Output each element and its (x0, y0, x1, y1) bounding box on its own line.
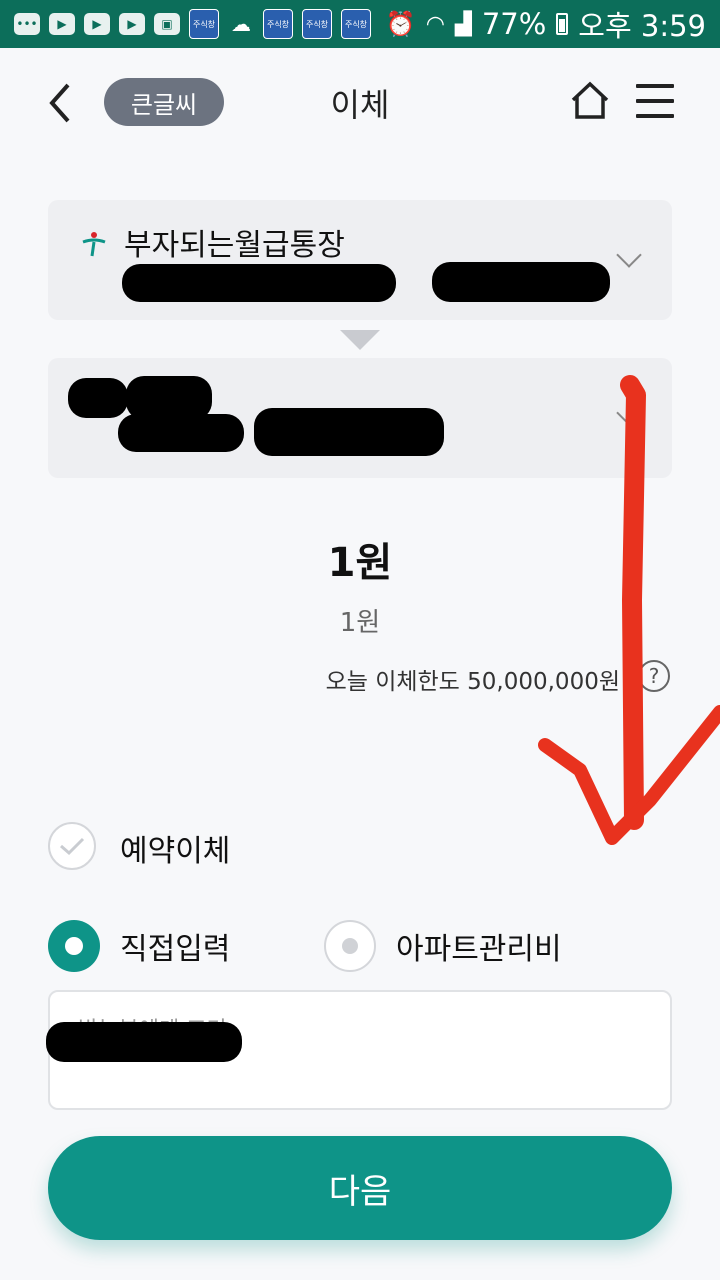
redacted-recipient-name (118, 414, 244, 452)
home-button[interactable] (570, 80, 610, 124)
wifi-icon: ◠ (425, 11, 445, 37)
app-header: 큰글씨 이체 (0, 48, 720, 158)
direct-input-radio[interactable] (48, 920, 100, 972)
redacted-memo-value (46, 1022, 242, 1062)
home-icon (571, 81, 609, 119)
bank-logo-icon (82, 232, 106, 257)
apartment-fee-label[interactable]: 아파트관리비 (396, 924, 562, 968)
battery-icon (556, 13, 569, 35)
status-bar: ••• ▶ ▶ ▶ ▣ 주식창 ☁ 주식창 주식창 주식창 ⏰ ◠ ▟ 77% … (0, 0, 720, 48)
stock-app-icon: 주식창 (263, 9, 293, 39)
transfer-amount-korean: 1원 (339, 608, 381, 638)
transfer-amount: 1원 (327, 540, 393, 586)
chevron-down-icon (616, 242, 642, 268)
chevron-down-icon (616, 400, 642, 426)
signal-icon: ▟ (454, 11, 472, 37)
annotation-arrow-head (538, 705, 720, 845)
to-account-selector[interactable] (48, 358, 672, 478)
redacted-recipient-name (68, 378, 128, 418)
next-button[interactable]: 다음 (48, 1136, 672, 1240)
stock-app-icon: 주식창 (341, 9, 371, 39)
battery-percent: 77% (481, 7, 547, 41)
question-icon[interactable]: ? (638, 660, 670, 692)
redacted-account-number (122, 264, 396, 302)
menu-icon (636, 84, 674, 88)
youtube-icon: ▶ (119, 13, 145, 35)
menu-button[interactable] (636, 84, 674, 118)
redacted-recipient-account (254, 408, 444, 456)
clock: 오후 3:59 (578, 9, 706, 43)
gallery-icon: ▣ (154, 13, 180, 35)
chat-icon: ••• (14, 13, 40, 35)
menu-icon-line (636, 99, 674, 103)
direct-input-label[interactable]: 직접입력 (120, 924, 230, 968)
from-account-selector[interactable]: 부자되는월급통장 (48, 200, 672, 320)
apartment-fee-radio[interactable] (324, 920, 376, 972)
menu-icon-line (636, 114, 674, 118)
notification-icons: ••• ▶ ▶ ▶ ▣ 주식창 ☁ 주식창 주식창 주식창 (14, 9, 371, 39)
weather-icon: ☁ (231, 12, 251, 36)
youtube-icon: ▶ (49, 13, 75, 35)
daily-limit-text: 오늘 이체한도 50,000,000원 (325, 669, 620, 695)
stock-app-icon: 주식창 (189, 9, 219, 39)
page-title: 이체 (330, 86, 390, 124)
recipient-memo-field[interactable]: 받는분에게 표기 (46, 990, 672, 1110)
reserve-transfer-label[interactable]: 예약이체 (120, 826, 230, 870)
arrow-down-icon (340, 330, 380, 350)
youtube-icon: ▶ (84, 13, 110, 35)
system-status: ⏰ ◠ ▟ 77% 오후 3:59 (386, 3, 706, 45)
redacted-balance (432, 262, 610, 302)
from-account-name: 부자되는월급통장 (124, 228, 345, 263)
reserve-transfer-checkbox[interactable] (48, 822, 96, 870)
checkmark-icon (60, 837, 85, 856)
stock-app-icon: 주식창 (302, 9, 332, 39)
alarm-icon: ⏰ (385, 10, 416, 38)
